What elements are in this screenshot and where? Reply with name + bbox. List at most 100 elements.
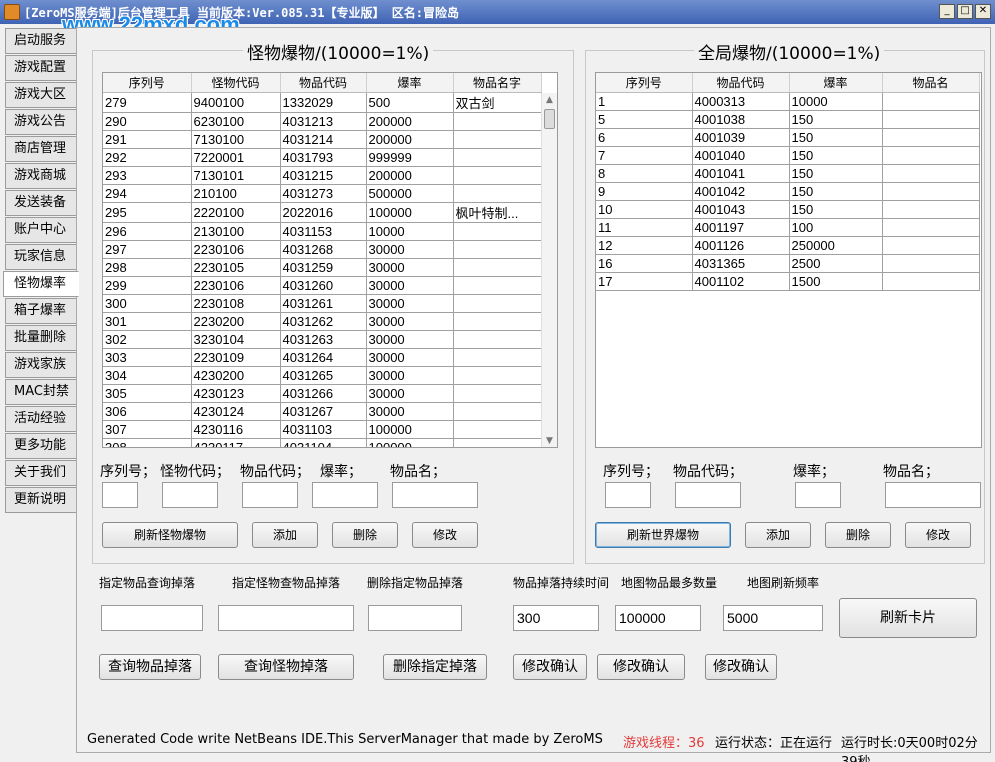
delete-item-input[interactable] (368, 605, 462, 631)
confirm-refresh-rate-button[interactable]: 修改确认 (705, 654, 777, 680)
item-name-input[interactable] (392, 482, 478, 508)
column-header[interactable]: 物品名字 (453, 73, 542, 93)
column-header[interactable]: 序列号 (596, 73, 693, 93)
global-rate-input[interactable] (795, 482, 841, 508)
tab-game-notice[interactable]: 游戏公告 (5, 109, 77, 135)
global-modify-button[interactable]: 修改 (905, 522, 971, 548)
table-row[interactable]: 12 4001126 250000 (596, 236, 980, 255)
tab-event-exp[interactable]: 活动经验 (5, 406, 77, 432)
global-drop-table[interactable]: 序列号 物品代码 爆率 物品名 1 4000313 10000 5 4001038 150… (595, 72, 982, 448)
query-monster-drop-button[interactable]: 查询怪物掉落 (218, 654, 354, 680)
table-row[interactable]: 304 4230200 4031265 30000 (103, 366, 542, 385)
table-row[interactable]: 302 3230104 4031263 30000 (103, 330, 542, 349)
tab-start-service[interactable]: 启动服务 (5, 28, 77, 54)
table-row[interactable]: 290 6230100 4031213 200000 (103, 112, 542, 131)
table-row[interactable]: 11 4001197 100 (596, 218, 980, 237)
tab-game-config[interactable]: 游戏配置 (5, 55, 77, 81)
tab-send-equip[interactable]: 发送装备 (5, 190, 77, 216)
delete-specified-drop-button[interactable]: 删除指定掉落 (383, 654, 487, 680)
query-item-input[interactable] (101, 605, 203, 631)
scroll-up-icon[interactable]: ▲ (542, 93, 557, 107)
tab-player-info[interactable]: 玩家信息 (5, 244, 77, 270)
refresh-rate-input[interactable]: 5000 (723, 605, 823, 631)
column-header[interactable]: 爆率 (366, 73, 454, 93)
table-row[interactable]: 299 2230106 4031260 30000 (103, 276, 542, 295)
global-item-code-input[interactable] (675, 482, 741, 508)
table-cell: 30000 (366, 348, 454, 367)
column-header[interactable]: 序列号 (103, 73, 192, 93)
table-row[interactable]: 301 2230200 4031262 30000 (103, 312, 542, 331)
table-row[interactable]: 279 9400100 1332029 500 双古剑 (103, 92, 542, 113)
monster-table-scrollbar[interactable]: ▲ ▼ (541, 93, 557, 447)
monster-delete-button[interactable]: 删除 (332, 522, 398, 548)
query-monster-input[interactable] (218, 605, 354, 631)
table-row[interactable]: 295 2220100 2022016 100000 枫叶特制... (103, 202, 542, 223)
column-header[interactable]: 怪物代码 (191, 73, 281, 93)
table-row[interactable]: 10 4001043 150 (596, 200, 980, 219)
tab-box-drop[interactable]: 箱子爆率 (5, 298, 77, 324)
table-row[interactable]: 308 4230117 4031104 100000 (103, 438, 542, 447)
confirm-duration-button[interactable]: 修改确认 (513, 654, 587, 680)
monster-drop-table[interactable]: 序列号 怪物代码 物品代码 爆率 物品名字 279 9400100 1332029 5… (102, 72, 558, 448)
rate-label: 爆率； (320, 464, 362, 480)
table-row[interactable]: 303 2230109 4031264 30000 (103, 348, 542, 367)
tab-batch-delete[interactable]: 批量删除 (5, 325, 77, 351)
refresh-card-button[interactable]: 刷新卡片 (839, 598, 977, 638)
close-button[interactable]: ✕ (975, 4, 991, 19)
table-row[interactable]: 1 4000313 10000 (596, 92, 980, 111)
minimize-button[interactable]: _ (939, 4, 955, 19)
tab-game-zone[interactable]: 游戏大区 (5, 82, 77, 108)
maximize-button[interactable]: □ (957, 4, 973, 19)
table-row[interactable]: 9 4001042 150 (596, 182, 980, 201)
monster-modify-button[interactable]: 修改 (412, 522, 478, 548)
tab-monster-drop[interactable]: 怪物爆率 (3, 271, 79, 297)
duration-input[interactable]: 300 (513, 605, 599, 631)
table-row[interactable]: 307 4230116 4031103 100000 (103, 420, 542, 439)
table-row[interactable]: 300 2230108 4031261 30000 (103, 294, 542, 313)
seq-input[interactable] (102, 482, 138, 508)
tab-game-mall[interactable]: 游戏商城 (5, 163, 77, 189)
scroll-down-icon[interactable]: ▼ (542, 434, 557, 447)
table-row[interactable]: 292 7220001 4031793 999999 (103, 148, 542, 167)
table-row[interactable]: 16 4031365 2500 (596, 254, 980, 273)
table-row[interactable]: 5 4001038 150 (596, 110, 980, 129)
tab-account-center[interactable]: 账户中心 (5, 217, 77, 243)
tab-mac-ban[interactable]: MAC封禁 (5, 379, 77, 405)
global-delete-button[interactable]: 删除 (825, 522, 891, 548)
global-item-name-input[interactable] (885, 482, 981, 508)
table-row[interactable]: 293 7130101 4031215 200000 (103, 166, 542, 185)
refresh-monster-drop-button[interactable]: 刷新怪物爆物 (102, 522, 238, 548)
monster-drop-title: 怪物爆物/(10000=1%) (243, 39, 434, 64)
table-row[interactable]: 294 210100 4031273 500000 (103, 184, 542, 203)
table-row[interactable]: 6 4001039 150 (596, 128, 980, 147)
table-row[interactable]: 305 4230123 4031266 30000 (103, 384, 542, 403)
tab-game-guild[interactable]: 游戏家族 (5, 352, 77, 378)
monster-code-input[interactable] (162, 482, 218, 508)
column-header[interactable]: 物品名 (882, 73, 980, 93)
scroll-thumb[interactable] (544, 109, 555, 129)
confirm-max-items-button[interactable]: 修改确认 (597, 654, 685, 680)
refresh-world-drop-button[interactable]: 刷新世界爆物 (595, 522, 731, 548)
column-header[interactable]: 物品代码 (692, 73, 790, 93)
item-code-input[interactable] (242, 482, 298, 508)
table-row[interactable]: 291 7130100 4031214 200000 (103, 130, 542, 149)
table-row[interactable]: 298 2230105 4031259 30000 (103, 258, 542, 277)
tab-update-notes[interactable]: 更新说明 (5, 487, 77, 513)
tab-about-us[interactable]: 关于我们 (5, 460, 77, 486)
table-row[interactable]: 296 2130100 4031153 10000 (103, 222, 542, 241)
monster-add-button[interactable]: 添加 (252, 522, 318, 548)
query-item-drop-button[interactable]: 查询物品掉落 (99, 654, 201, 680)
table-row[interactable]: 7 4001040 150 (596, 146, 980, 165)
column-header[interactable]: 爆率 (789, 73, 883, 93)
max-items-input[interactable]: 100000 (615, 605, 701, 631)
table-row[interactable]: 17 4001102 1500 (596, 272, 980, 291)
global-seq-input[interactable] (605, 482, 651, 508)
table-row[interactable]: 8 4001041 150 (596, 164, 980, 183)
tab-more-functions[interactable]: 更多功能 (5, 433, 77, 459)
tab-shop-manage[interactable]: 商店管理 (5, 136, 77, 162)
table-row[interactable]: 306 4230124 4031267 30000 (103, 402, 542, 421)
column-header[interactable]: 物品代码 (280, 73, 367, 93)
global-add-button[interactable]: 添加 (745, 522, 811, 548)
rate-input[interactable] (312, 482, 378, 508)
table-row[interactable]: 297 2230106 4031268 30000 (103, 240, 542, 259)
